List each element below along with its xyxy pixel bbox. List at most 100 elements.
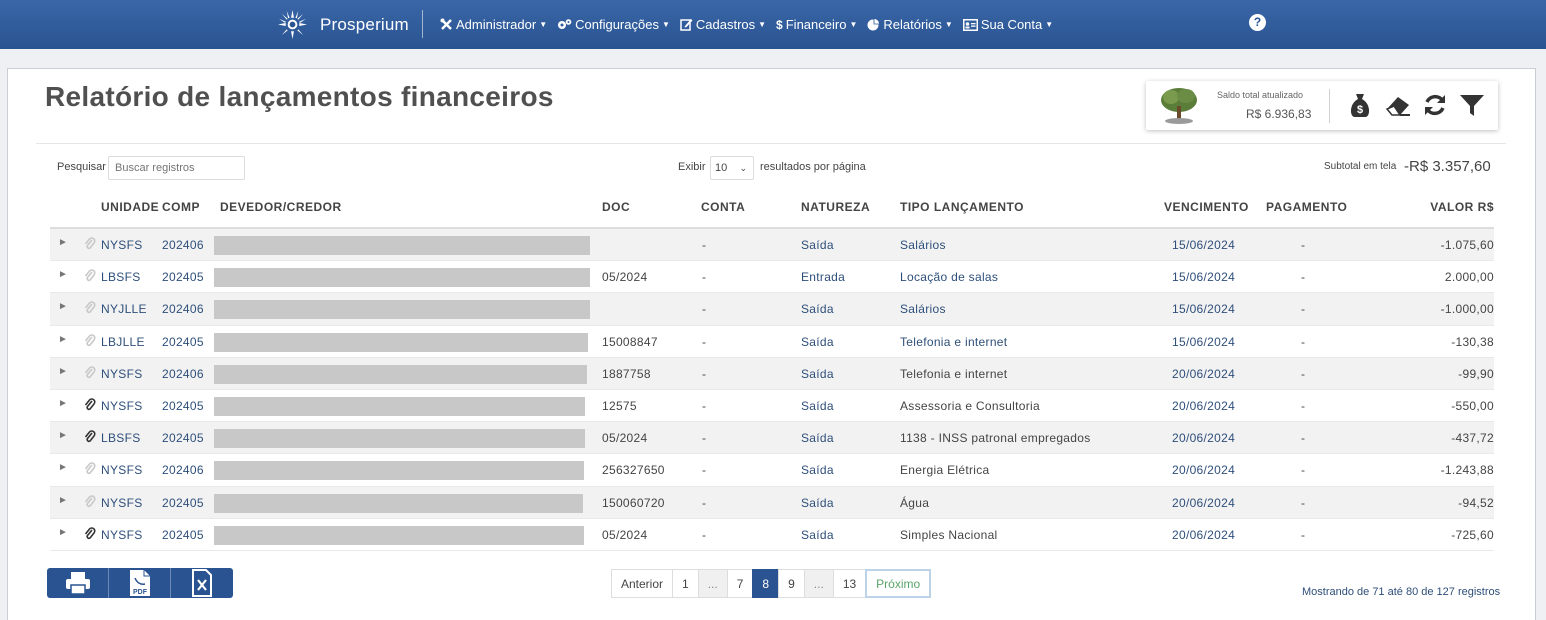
page-1[interactable]: 1 <box>672 569 699 598</box>
attachment-clip-icon[interactable] <box>84 269 96 283</box>
col-doc[interactable]: DOC <box>602 200 630 214</box>
expand-arrow-icon[interactable]: ► <box>58 334 68 345</box>
page-7[interactable]: 7 <box>726 569 754 598</box>
search-input[interactable] <box>108 156 245 180</box>
redacted-devedor <box>214 493 583 513</box>
cell-unidade[interactable]: NYSFS <box>101 463 143 477</box>
attachment-clip-icon[interactable] <box>84 301 96 315</box>
table-row[interactable]: ► LBSFS 202405 05/2024 - Entrada Locação de sa… <box>50 261 1494 294</box>
cell-comp[interactable]: 202406 <box>162 238 204 252</box>
page-8-active[interactable]: 8 <box>752 569 780 598</box>
cell-comp[interactable]: 202405 <box>162 270 204 284</box>
col-conta[interactable]: CONTA <box>701 200 745 214</box>
attachment-clip-icon[interactable] <box>84 398 96 412</box>
cell-doc: 05/2024 <box>602 270 648 285</box>
attachment-clip-icon[interactable] <box>84 333 96 348</box>
caret-down-icon: ▼ <box>758 20 767 29</box>
menu-sua-conta[interactable]: Sua Conta ▼ <box>962 17 1053 32</box>
menu-configuracoes[interactable]: Configurações ▼ <box>557 17 670 32</box>
dollar-icon: $ <box>776 17 783 32</box>
expand-arrow-icon[interactable]: ► <box>58 398 68 409</box>
expand-arrow-icon[interactable]: ► <box>58 495 68 506</box>
table-row[interactable]: ► NYSFS 202406 1887758 - Saída Telefonia e int… <box>50 357 1494 390</box>
cell-comp[interactable]: 202405 <box>162 335 204 349</box>
page-13[interactable]: 13 <box>832 569 867 598</box>
table-header: UNIDADE COMP DEVEDOR/CREDOR DOC CONTA NA… <box>50 187 1494 229</box>
cell-unidade[interactable]: LBSFS <box>101 270 141 284</box>
expand-arrow-icon[interactable]: ► <box>58 366 68 377</box>
attachment-clip-icon[interactable] <box>84 462 96 476</box>
col-vencimento[interactable]: VENCIMENTO <box>1164 200 1249 214</box>
table-row[interactable]: ► NYSFS 202406 256327650 - Saída Energia Elétr… <box>50 454 1494 487</box>
col-comp[interactable]: COMP <box>162 200 200 214</box>
cell-unidade[interactable]: NYJLLE <box>101 302 147 316</box>
next-page-button[interactable]: Próximo <box>865 569 932 598</box>
expand-arrow-icon[interactable]: ► <box>58 237 68 248</box>
money-bag-icon[interactable]: $ <box>1346 91 1374 119</box>
attachment-clip-icon[interactable] <box>84 430 96 444</box>
expand-arrow-icon[interactable]: ► <box>58 269 68 280</box>
cell-comp[interactable]: 202405 <box>162 399 204 413</box>
cell-comp[interactable]: 202405 <box>162 431 204 445</box>
cell-natureza: Saída <box>801 495 834 510</box>
expand-arrow-icon[interactable]: ► <box>58 462 68 473</box>
cell-unidade[interactable]: LBSFS <box>101 431 141 445</box>
cell-natureza: Saída <box>801 334 834 349</box>
cell-unidade[interactable]: NYSFS <box>101 367 143 381</box>
menu-cadastros[interactable]: Cadastros ▼ <box>680 17 766 32</box>
attachment-clip-icon[interactable] <box>84 237 96 251</box>
pagination: Anterior 1 ... 7 8 9 ... 13 Próximo <box>611 569 932 598</box>
records-info: Mostrando de 71 até 80 de 127 registros <box>1302 586 1501 598</box>
filter-icon[interactable] <box>1458 91 1486 119</box>
refresh-icon[interactable] <box>1421 91 1449 119</box>
cell-unidade[interactable]: NYSFS <box>101 399 143 413</box>
menu-administrador[interactable]: Administrador ▼ <box>440 17 547 32</box>
attachment-clip-icon[interactable] <box>84 365 96 380</box>
col-devedor[interactable]: DEVEDOR/CREDOR <box>220 200 342 214</box>
cell-comp[interactable]: 202406 <box>162 302 204 316</box>
expand-arrow-icon[interactable]: ► <box>58 430 68 441</box>
table-row[interactable]: ► NYSFS 202405 150060720 - Saída Água 20/06/202… <box>50 486 1494 519</box>
cell-comp[interactable]: 202406 <box>162 463 204 477</box>
cell-tipo: Salários <box>900 302 946 317</box>
cell-unidade[interactable]: NYSFS <box>101 528 143 542</box>
cell-unidade[interactable]: NYSFS <box>101 238 143 252</box>
per-page-select[interactable]: 10 ⌄ <box>710 156 754 180</box>
menu-label: Cadastros <box>695 17 756 32</box>
menu-relatorios[interactable]: Relatórios ▼ <box>867 17 953 32</box>
pdf-export-button[interactable]: PDF <box>109 568 171 598</box>
table-row[interactable]: ► NYSFS 202406 - Saída Salários 15/06/2024 - -1.… <box>50 229 1494 262</box>
expand-arrow-icon[interactable]: ► <box>58 301 68 312</box>
cell-doc: 256327650 <box>602 463 665 478</box>
attachment-clip-icon[interactable] <box>84 494 96 509</box>
print-button[interactable] <box>47 568 109 598</box>
cell-unidade[interactable]: NYSFS <box>101 496 143 510</box>
cell-comp[interactable]: 202405 <box>162 496 204 510</box>
table-row[interactable]: ► NYSFS 202405 05/2024 - Saída Simples Naciona… <box>50 519 1494 551</box>
col-tipo[interactable]: TIPO LANÇAMENTO <box>900 200 1024 214</box>
table-row[interactable]: ► NYJLLE 202406 - Saída Salários 15/06/2024 - -1… <box>50 293 1494 326</box>
help-icon[interactable]: ? <box>1249 14 1266 31</box>
prev-page-button[interactable]: Anterior <box>611 569 674 598</box>
cell-conta: - <box>702 431 707 446</box>
page-9[interactable]: 9 <box>778 569 805 598</box>
menu-label: Sua Conta <box>980 17 1043 32</box>
menu-financeiro[interactable]: $ Financeiro ▼ <box>776 17 857 32</box>
brand[interactable]: Prosperium <box>277 9 409 40</box>
excel-export-button[interactable] <box>171 568 233 598</box>
col-natureza[interactable]: NATUREZA <box>801 200 870 214</box>
eraser-icon[interactable] <box>1384 91 1412 119</box>
expand-arrow-icon[interactable]: ► <box>58 527 68 538</box>
table-row[interactable]: ► NYSFS 202405 12575 - Saída Assessoria e Cons… <box>50 390 1494 423</box>
table-row[interactable]: ► LBSFS 202405 05/2024 - Saída 1138 - INSS pat… <box>50 422 1494 455</box>
cell-valor: -550,00 <box>1451 398 1494 413</box>
col-pagamento[interactable]: PAGAMENTO <box>1266 200 1347 214</box>
col-valor[interactable]: VALOR R$ <box>1430 200 1494 214</box>
cell-conta: - <box>702 238 707 252</box>
col-unidade[interactable]: UNIDADE <box>101 200 159 214</box>
cell-comp[interactable]: 202406 <box>162 367 204 381</box>
table-row[interactable]: ► LBJLLE 202405 15008847 - Saída Telefonia e i… <box>50 326 1494 358</box>
cell-comp[interactable]: 202405 <box>162 528 204 542</box>
cell-unidade[interactable]: LBJLLE <box>101 335 145 349</box>
attachment-clip-icon[interactable] <box>84 526 96 541</box>
